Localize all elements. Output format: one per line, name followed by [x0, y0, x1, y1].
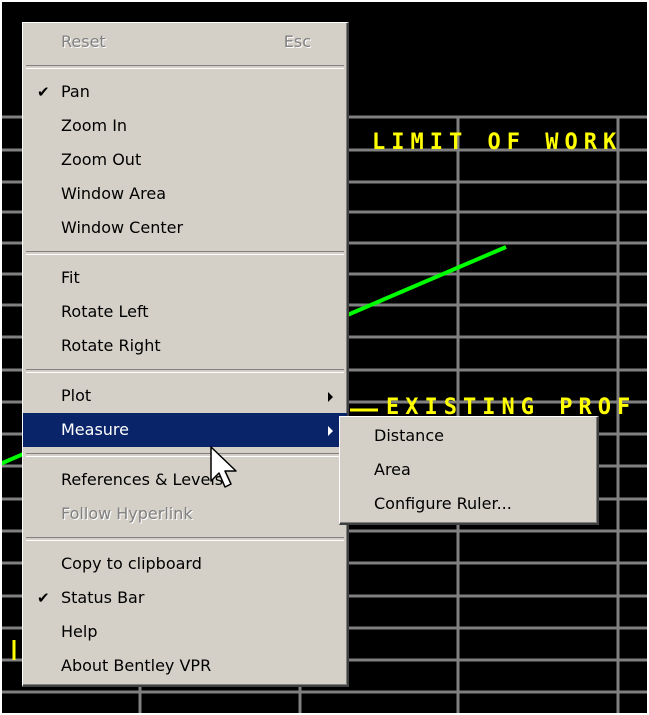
menu-item-label: Pan [61, 82, 90, 101]
menu-separator [26, 537, 344, 541]
submenu-item-configure-ruler[interactable]: Configure Ruler... [340, 487, 597, 521]
menu-item-label: About Bentley VPR [61, 656, 212, 675]
submenu-arrow-icon [328, 426, 333, 436]
menu-item-rotate-right[interactable]: Rotate Right [23, 329, 347, 363]
menu-item-zoom-in[interactable]: Zoom In [23, 109, 347, 143]
menu-item-label: Follow Hyperlink [61, 504, 193, 523]
menu-item-reset: Reset Esc [23, 25, 347, 59]
menu-item-rotate-left[interactable]: Rotate Left [23, 295, 347, 329]
menu-item-label: Rotate Right [61, 336, 161, 355]
check-mark-icon: ✔ [37, 589, 50, 607]
menu-item-label: Plot [61, 386, 92, 405]
check-mark-icon: ✔ [37, 83, 50, 101]
menu-item-copy-to-clipboard[interactable]: Copy to clipboard [23, 547, 347, 581]
menu-item-label: Window Center [61, 218, 184, 237]
menu-item-label: Zoom Out [61, 150, 142, 169]
menu-separator [26, 65, 344, 69]
menu-item-label: Zoom In [61, 116, 128, 135]
limit-of-work-label: LIMIT OF WORK [372, 130, 623, 155]
menu-item-label: Configure Ruler... [374, 494, 512, 513]
menu-item-label: References & Levels [61, 470, 224, 489]
menu-item-follow-hyperlink: Follow Hyperlink [23, 497, 347, 531]
menu-item-plot[interactable]: Plot [23, 379, 347, 413]
context-menu: Reset Esc ✔ Pan Zoom In Zoom Out Window Area Wi… [22, 22, 349, 687]
menu-item-fit[interactable]: Fit [23, 261, 347, 295]
menu-item-label: Fit [61, 268, 80, 287]
menu-item-label: Copy to clipboard [61, 554, 202, 573]
submenu-item-distance[interactable]: Distance [340, 419, 597, 453]
menu-item-label: Area [374, 460, 411, 479]
menu-item-measure[interactable]: Measure [23, 413, 347, 447]
measure-submenu: Distance Area Configure Ruler... [339, 416, 599, 525]
menu-item-label: Distance [374, 426, 444, 445]
menu-item-window-area[interactable]: Window Area [23, 177, 347, 211]
menu-item-window-center[interactable]: Window Center [23, 211, 347, 245]
menu-item-shortcut: Esc [283, 32, 311, 51]
menu-item-label: Help [61, 622, 98, 641]
menu-separator [26, 251, 344, 255]
submenu-item-area[interactable]: Area [340, 453, 597, 487]
menu-separator [26, 369, 344, 373]
menu-item-label: Window Area [61, 184, 166, 203]
menu-item-status-bar[interactable]: ✔ Status Bar [23, 581, 347, 615]
menu-item-label: Measure [61, 420, 129, 439]
submenu-arrow-icon [328, 392, 333, 402]
menu-item-zoom-out[interactable]: Zoom Out [23, 143, 347, 177]
mouse-pointer-icon [210, 446, 237, 488]
menu-item-label: Status Bar [61, 588, 145, 607]
menu-item-label: Rotate Left [61, 302, 149, 321]
menu-item-help[interactable]: Help [23, 615, 347, 649]
menu-separator [26, 453, 344, 457]
menu-item-references-levels[interactable]: References & Levels [23, 463, 347, 497]
menu-item-about-bentley-vpr[interactable]: About Bentley VPR [23, 649, 347, 683]
menu-item-pan[interactable]: ✔ Pan [23, 75, 347, 109]
menu-item-label: Reset [61, 32, 106, 51]
